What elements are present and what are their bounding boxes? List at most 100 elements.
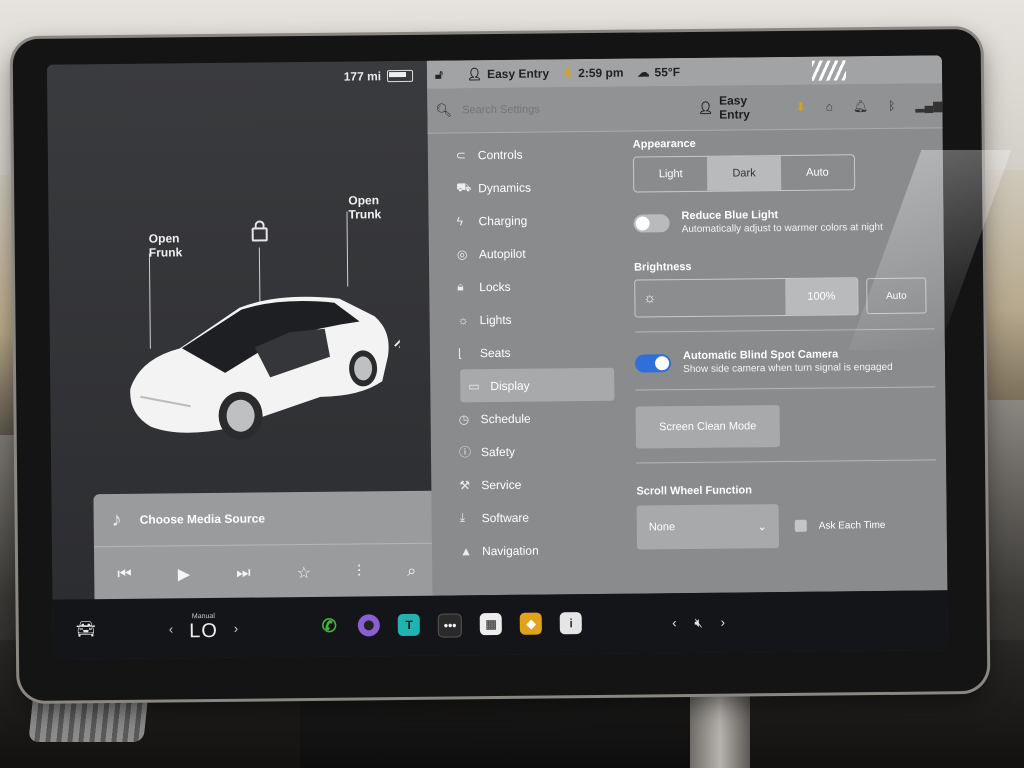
appearance-dark[interactable]: Dark bbox=[707, 156, 781, 191]
settings-panel: 🔓︎ 👤︎ Easy Entry ⬇ 2:59 pm ☁ 55°F 🔍︎ 👤︎ … bbox=[426, 55, 948, 596]
mute-icon[interactable]: 🔇︎ bbox=[694, 615, 702, 631]
car-model-image bbox=[130, 296, 401, 440]
profile-button[interactable]: 👤︎ Easy Entry bbox=[698, 93, 774, 122]
menu-item-locks[interactable]: 🔒︎ Locks bbox=[429, 269, 629, 304]
media-source-label: Choose Media Source bbox=[139, 511, 266, 527]
clock-icon: ◷ bbox=[458, 411, 470, 426]
profile-label: Easy Entry bbox=[718, 93, 750, 122]
ask-each-time-checkbox[interactable] bbox=[794, 519, 807, 532]
menu-item-controls[interactable]: ⊂ Controls bbox=[428, 137, 628, 172]
chevron-right-icon[interactable]: › bbox=[234, 620, 239, 635]
car-icon[interactable]: 🚘︎ bbox=[53, 619, 119, 640]
blue-light-toggle[interactable] bbox=[633, 213, 670, 233]
chevron-left-icon[interactable]: ‹ bbox=[672, 615, 677, 631]
lock-icon: 🔒︎ bbox=[457, 279, 464, 294]
profile-name: Easy Entry bbox=[486, 66, 550, 82]
toybox-icon[interactable]: T bbox=[398, 613, 421, 637]
play-icon[interactable]: ▶ bbox=[178, 564, 191, 584]
menu-item-safety[interactable]: ⓘ Safety bbox=[431, 434, 631, 469]
bluetooth-icon[interactable]: ᛒ bbox=[888, 99, 895, 113]
more-icon[interactable]: ••• bbox=[438, 613, 463, 638]
ask-each-time-label: Ask Each Time bbox=[818, 519, 886, 532]
chevron-right-icon[interactable]: › bbox=[721, 615, 726, 631]
music-note-icon: ♪ bbox=[111, 508, 122, 531]
manual-icon[interactable]: i bbox=[560, 612, 583, 635]
divider bbox=[634, 328, 935, 333]
sun-icon: ☼ bbox=[643, 289, 657, 306]
blind-spot-toggle[interactable] bbox=[634, 353, 672, 373]
chevron-left-icon[interactable]: ‹ bbox=[169, 621, 174, 636]
menu-item-schedule[interactable]: ◷ Schedule bbox=[430, 401, 630, 436]
divider bbox=[635, 386, 936, 391]
settings-menu: ⊂ Controls ⛟ Dynamics ϟ Charging ◎ Autopilot… bbox=[428, 137, 632, 568]
bottom-dock: 🚘︎ ‹ Manual LO › ✆ T ••• ▦ ◆ i ‹ 🔇︎ › bbox=[52, 590, 949, 660]
nav-icon: ▲ bbox=[459, 543, 472, 558]
menu-item-autopilot[interactable]: ◎ Autopilot bbox=[429, 236, 629, 271]
open-frunk-button[interactable]: Open Frunk bbox=[149, 231, 183, 259]
scroll-wheel-select[interactable]: None ⌄ bbox=[636, 504, 780, 550]
touchscreen: 177 mi Open Frunk Open Trunk ♪ Choose Me… bbox=[46, 55, 949, 660]
star-icon[interactable]: ☆ bbox=[297, 563, 312, 583]
top-icons: ⬇ ⌂ 🔔︎ ᛒ ▂▄▆ bbox=[796, 98, 943, 114]
open-trunk-button[interactable]: Open Trunk bbox=[348, 193, 381, 221]
next-icon[interactable]: ⏭ bbox=[236, 565, 251, 583]
settings-search-row: 🔍︎ 👤︎ Easy Entry ⬇ ⌂ 🔔︎ ᛒ ▂▄▆ bbox=[427, 83, 943, 134]
bolt-icon: ϟ bbox=[456, 213, 463, 228]
calendar-icon[interactable]: ▦ bbox=[480, 612, 503, 636]
person-icon: 👤︎ bbox=[466, 67, 483, 82]
scroll-wheel-value: None bbox=[648, 521, 676, 534]
profile-status[interactable]: 👤︎ Easy Entry bbox=[467, 66, 549, 81]
prev-icon[interactable]: ⏮ bbox=[117, 566, 132, 584]
steering-icon: ◎ bbox=[456, 246, 468, 261]
person-icon: 👤︎ bbox=[697, 100, 714, 115]
brightness-auto-button[interactable]: Auto bbox=[866, 277, 927, 315]
phone-icon[interactable]: ✆ bbox=[318, 615, 340, 637]
tesla-stripes-logo bbox=[811, 60, 847, 81]
display-settings: Appearance Light Dark Auto Reduce Blue L… bbox=[632, 135, 937, 550]
menu-item-software[interactable]: ⤓ Software bbox=[432, 500, 632, 535]
appearance-selector: Light Dark Auto bbox=[632, 154, 856, 193]
toggle-icon: ⊂ bbox=[455, 147, 467, 162]
temp-value: LO bbox=[189, 619, 218, 643]
media-controls: ⏮ ▶ ⏭ ☆ ⫶ ⌕ bbox=[94, 544, 440, 604]
menu-item-dynamics[interactable]: ⛟ Dynamics bbox=[428, 170, 628, 205]
volume-control: ‹ 🔇︎ › bbox=[672, 615, 725, 632]
info-icon: ⓘ bbox=[458, 445, 472, 460]
search-input[interactable] bbox=[460, 101, 628, 118]
climate-control: ‹ Manual LO › bbox=[169, 613, 239, 644]
trunk-line bbox=[346, 211, 349, 287]
menu-item-seats[interactable]: ⌊ Seats bbox=[430, 335, 630, 370]
menu-item-display[interactable]: ▭ Display bbox=[460, 367, 615, 403]
media-source-row[interactable]: ♪ Choose Media Source bbox=[93, 490, 439, 548]
dashcam-icon[interactable]: ◆ bbox=[520, 612, 543, 635]
homelink-icon[interactable]: ⌂ bbox=[826, 99, 833, 113]
download-icon[interactable]: ⬇ bbox=[796, 100, 806, 114]
unlock-icon[interactable] bbox=[251, 227, 268, 242]
search-icon[interactable]: ⌕ bbox=[407, 563, 416, 581]
blue-light-title: Reduce Blue Light bbox=[681, 209, 779, 223]
appearance-light[interactable]: Light bbox=[634, 157, 708, 192]
menu-item-charging[interactable]: ϟ Charging bbox=[428, 203, 628, 238]
time-status: ⬇ 2:59 pm bbox=[563, 66, 624, 81]
brightness-slider[interactable]: ☼ 100% bbox=[634, 277, 859, 318]
camera-icon[interactable] bbox=[358, 614, 381, 637]
menu-item-service[interactable]: ⚒ Service bbox=[431, 467, 631, 502]
screen-clean-mode-button[interactable]: Screen Clean Mode bbox=[635, 405, 780, 449]
menu-item-navigation[interactable]: ▲ Navigation bbox=[432, 533, 632, 568]
equalizer-icon[interactable]: ⫶ bbox=[357, 563, 361, 581]
appearance-title: Appearance bbox=[632, 137, 696, 151]
blind-spot-row: Automatic Blind Spot Camera Show side ca… bbox=[634, 347, 935, 376]
wrench-icon: ⚒ bbox=[459, 477, 471, 492]
menu-item-lights[interactable]: ☼ Lights bbox=[429, 302, 629, 337]
blue-light-subtitle: Automatically adjust to warmer colors at… bbox=[681, 221, 883, 236]
bell-icon[interactable]: 🔔︎ bbox=[853, 99, 868, 113]
blind-spot-subtitle: Show side camera when turn signal is eng… bbox=[683, 361, 893, 376]
temperature-display[interactable]: Manual LO bbox=[189, 613, 218, 643]
battery-icon bbox=[386, 69, 414, 83]
lock-status-icon[interactable]: 🔓︎ bbox=[435, 67, 443, 82]
display-icon: ▭ bbox=[468, 378, 480, 393]
brightness-value: 100% bbox=[785, 278, 858, 315]
car-panel: 177 mi Open Frunk Open Trunk ♪ Choose Me… bbox=[46, 60, 440, 605]
appearance-auto[interactable]: Auto bbox=[781, 155, 855, 190]
temperature-value: 55°F bbox=[654, 65, 681, 80]
